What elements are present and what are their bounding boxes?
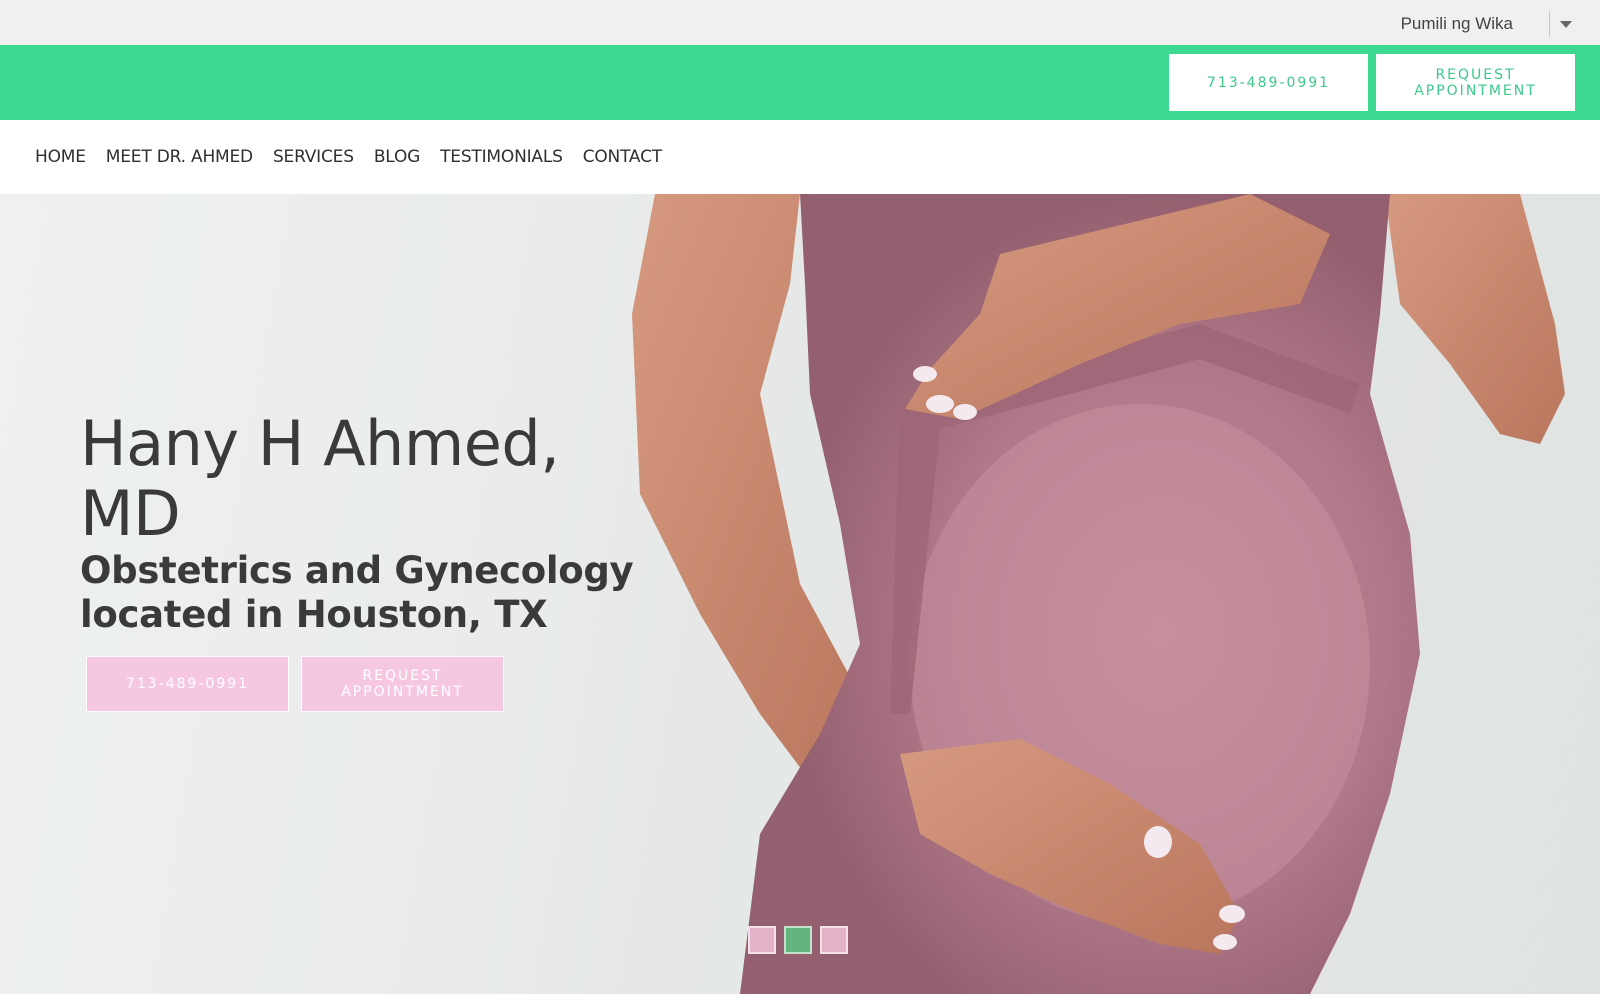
hero-request-appointment-button[interactable]: REQUEST APPOINTMENT	[301, 656, 504, 712]
language-select[interactable]: Pumili ng Wika	[1401, 10, 1576, 38]
hero-section: Hany H Ahmed, MD Obstetrics and Gynecolo…	[0, 194, 1600, 994]
header-bar: 713-489-0991 REQUEST APPOINTMENT	[0, 45, 1600, 120]
nav-item-home[interactable]: HOME	[35, 147, 86, 167]
slider-dot-1[interactable]	[748, 926, 776, 954]
page-bottom-edge	[0, 994, 1600, 1000]
hero-phone-button[interactable]: 713-489-0991	[86, 656, 289, 712]
header-request-appointment-button[interactable]: REQUEST APPOINTMENT	[1376, 54, 1575, 111]
nav-item-contact[interactable]: CONTACT	[583, 147, 662, 167]
nav-item-testimonials[interactable]: TESTIMONIALS	[440, 147, 563, 167]
language-select-label: Pumili ng Wika	[1400, 14, 1513, 33]
nav-item-services[interactable]: SERVICES	[273, 147, 354, 167]
chevron-down-icon[interactable]	[1560, 20, 1572, 28]
nav-item-meet-dr-ahmed[interactable]: MEET DR. AHMED	[106, 147, 253, 167]
hero-title: Hany H Ahmed, MD	[80, 407, 560, 550]
slider-dots	[748, 926, 856, 954]
nav-item-blog[interactable]: BLOG	[374, 147, 420, 167]
language-bar: Pumili ng Wika	[0, 0, 1600, 45]
language-select-divider	[1549, 11, 1550, 37]
slider-dot-3[interactable]	[820, 926, 848, 954]
hero-subtitle: Obstetrics and Gynecology located in Hou…	[80, 549, 634, 636]
main-nav: HOME MEET DR. AHMED SERVICES BLOG TESTIM…	[0, 120, 1600, 194]
hero-text-block: Hany H Ahmed, MD Obstetrics and Gynecolo…	[80, 409, 640, 637]
header-phone-button[interactable]: 713-489-0991	[1169, 54, 1368, 111]
slider-dot-2[interactable]	[784, 926, 812, 954]
